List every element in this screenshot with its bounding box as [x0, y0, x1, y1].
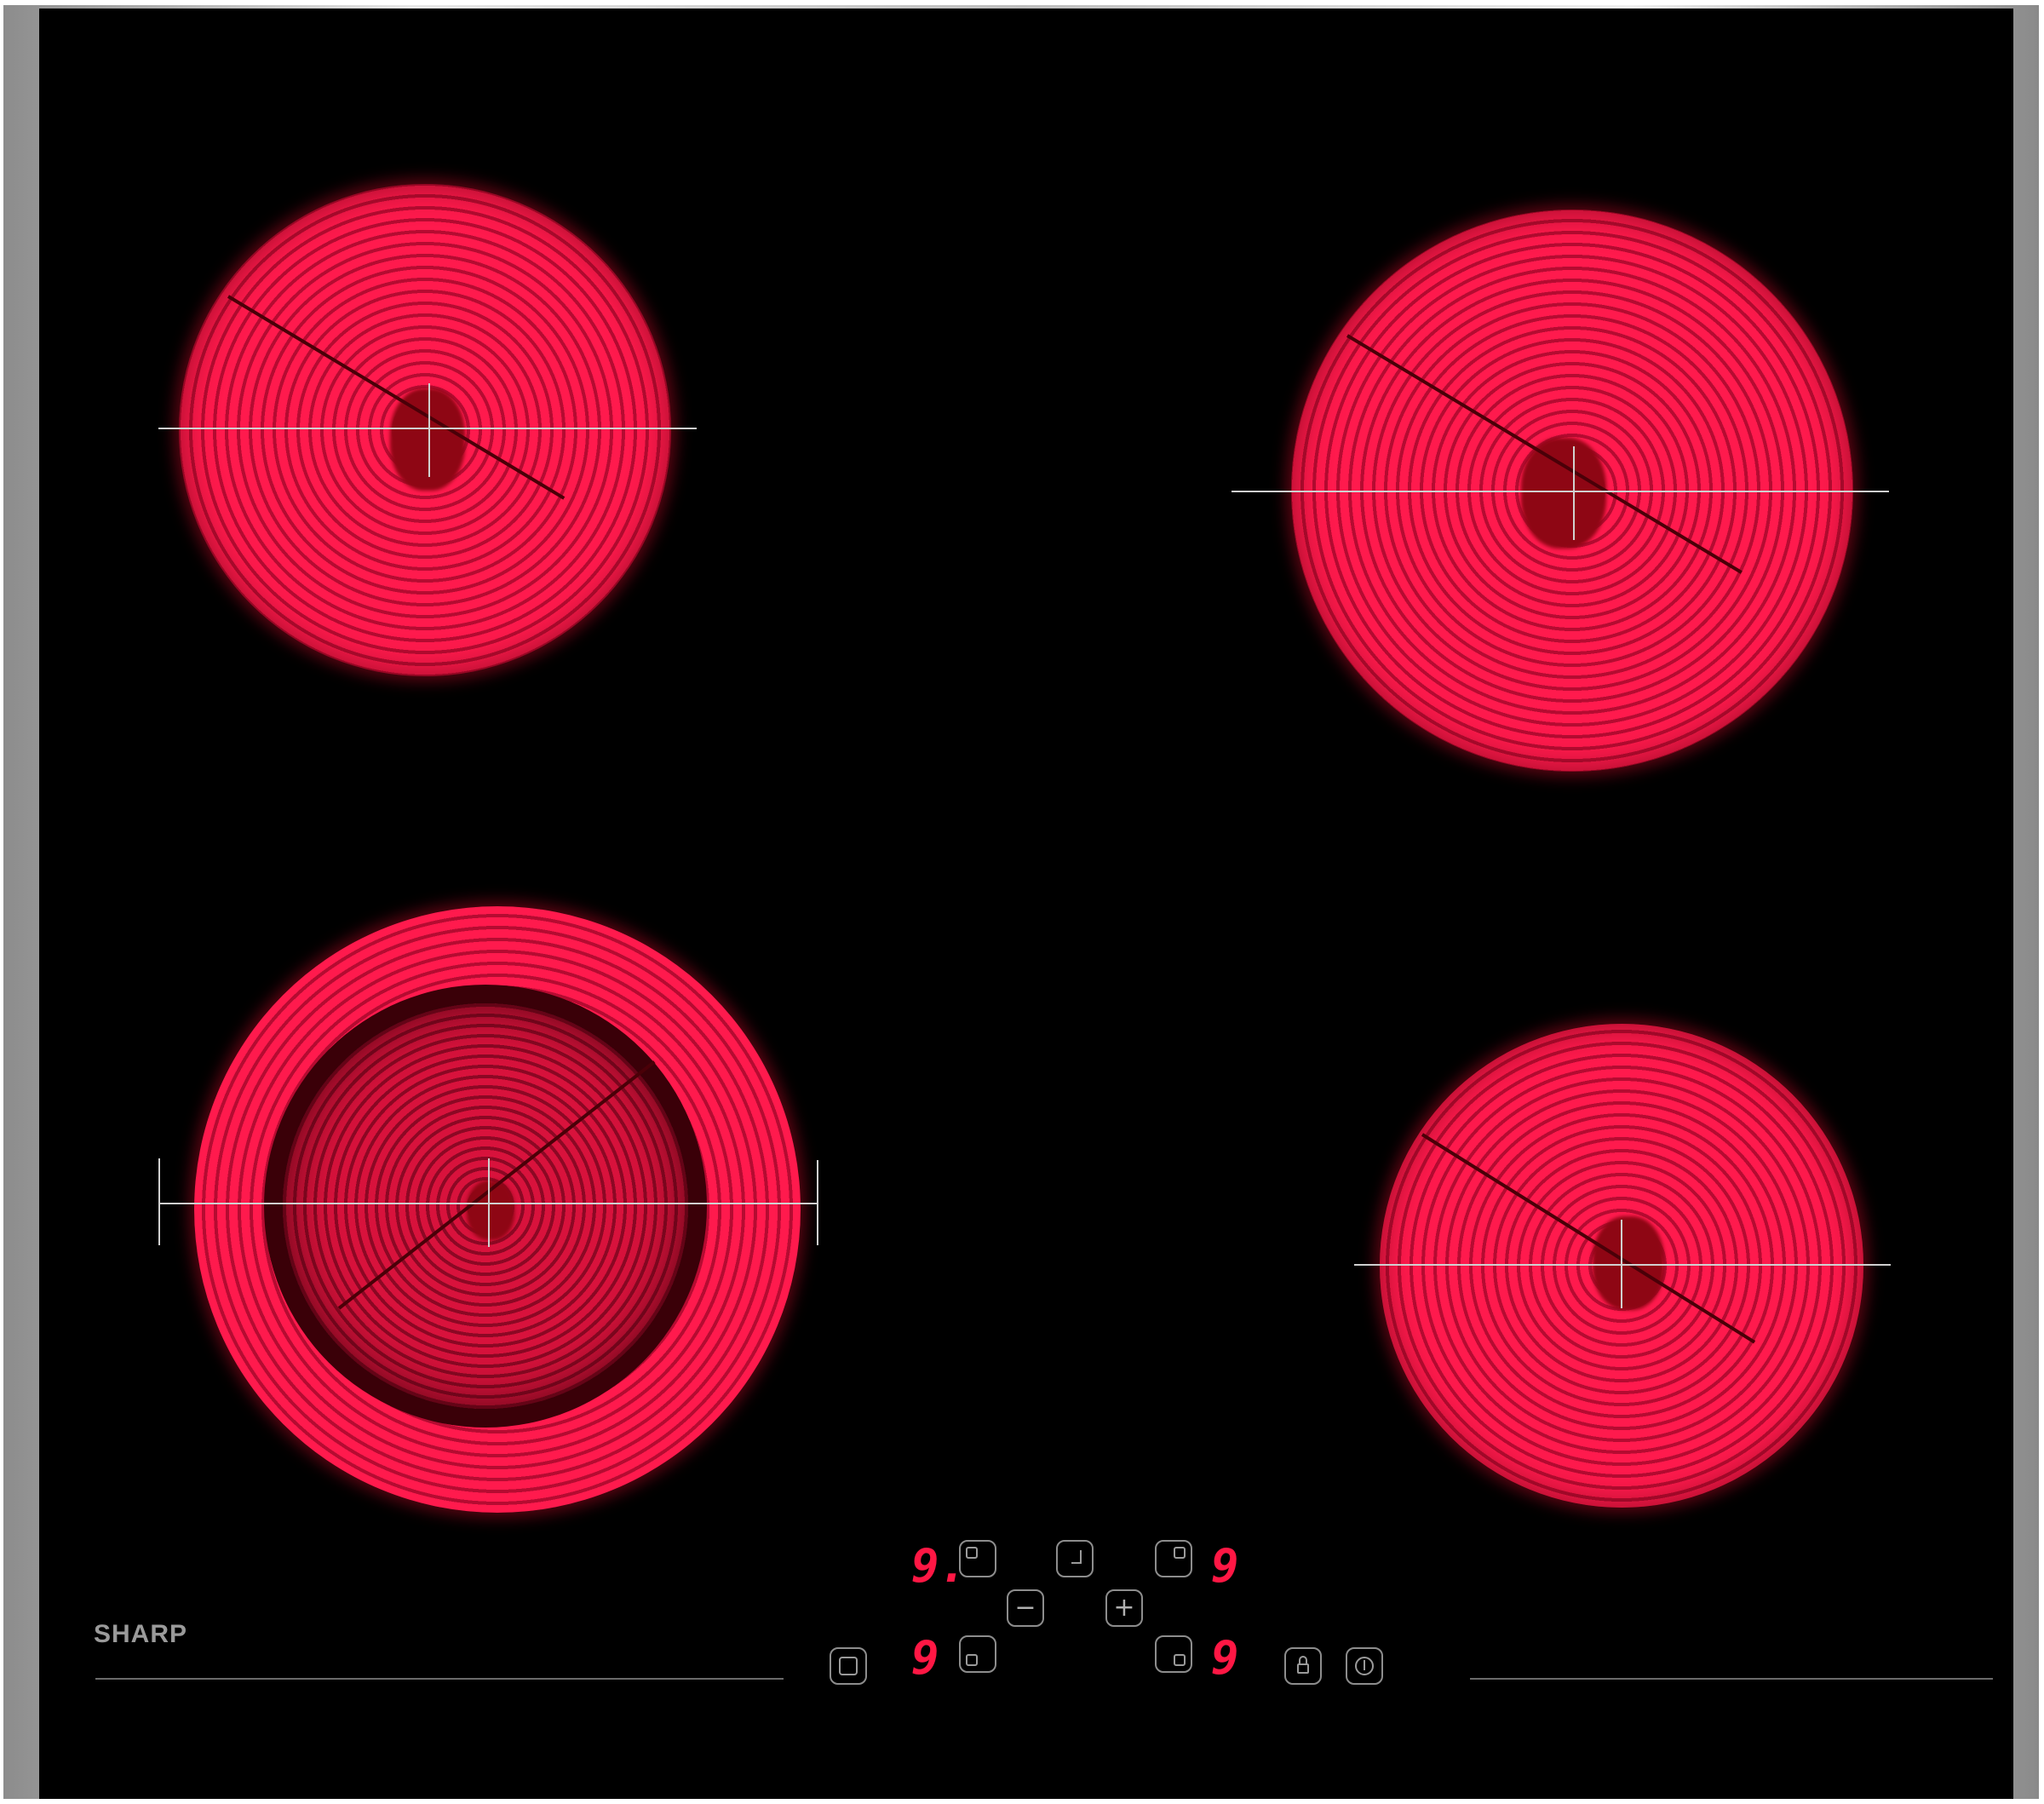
cooktop-frame: SHARP 9. 9 9 9 − + [3, 5, 2039, 1799]
display-front-right: 9 [1211, 1631, 1239, 1685]
dual-zone-icon [839, 1657, 858, 1675]
display-front-left: 9 [911, 1631, 939, 1685]
left-trim-line [95, 1678, 784, 1680]
display-rear-right: 9 [1211, 1539, 1239, 1593]
dual-zone-button[interactable] [830, 1647, 867, 1685]
minus-icon: − [1014, 1593, 1036, 1623]
rear-left-select-button[interactable] [959, 1540, 996, 1577]
zone-rear-left-icon [966, 1547, 978, 1559]
rear-left-mark-vertical [428, 383, 430, 477]
power-button[interactable] [1346, 1647, 1383, 1685]
rear-right-mark-vertical [1573, 446, 1575, 540]
rear-left-mark-horizontal [158, 428, 697, 429]
zone-front-left-icon [966, 1654, 978, 1666]
front-left-mark-vertical [488, 1158, 490, 1247]
plus-button[interactable]: + [1105, 1589, 1143, 1627]
front-left-select-button[interactable] [959, 1635, 996, 1673]
lock-icon [1297, 1656, 1309, 1675]
rear-left-cooking-zone [179, 184, 671, 676]
timer-button[interactable] [1056, 1540, 1094, 1577]
child-lock-button[interactable] [1284, 1647, 1322, 1685]
front-left-mark-right-end [817, 1160, 818, 1245]
minus-button[interactable]: − [1007, 1589, 1044, 1627]
brand-logo: SHARP [94, 1620, 188, 1648]
rear-right-mark-horizontal [1232, 491, 1889, 492]
front-right-mark-horizontal [1354, 1264, 1891, 1266]
zone-rear-right-icon [1174, 1547, 1186, 1559]
rear-right-hot-core [1521, 438, 1606, 549]
front-right-select-button[interactable] [1155, 1635, 1192, 1673]
zone-front-right-icon [1174, 1654, 1186, 1666]
plus-icon: + [1113, 1593, 1135, 1623]
front-right-coil-spoke [1421, 1133, 1756, 1344]
ceramic-glass-surface: SHARP 9. 9 9 9 − + [39, 9, 2013, 1799]
front-left-inner-ring [283, 1003, 688, 1409]
timer-icon [1071, 1550, 1082, 1564]
front-right-mark-vertical [1621, 1220, 1622, 1308]
right-trim-line [1470, 1678, 1993, 1680]
rear-right-select-button[interactable] [1155, 1540, 1192, 1577]
power-icon [1355, 1657, 1374, 1675]
rear-left-hot-core [390, 388, 465, 491]
front-left-mark-left-end [158, 1158, 160, 1245]
front-left-dual-cooking-zone [194, 906, 801, 1513]
